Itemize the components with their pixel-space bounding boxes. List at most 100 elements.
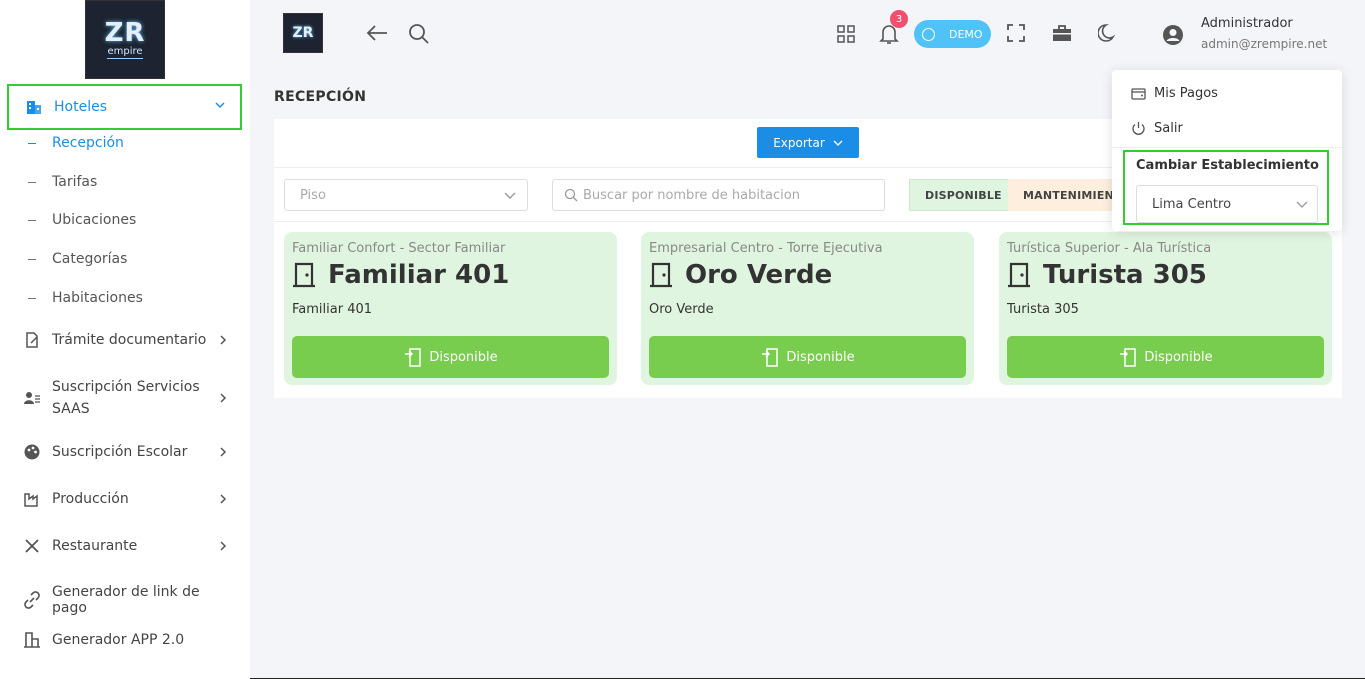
sidebar-subitem-categorias[interactable]: Categorías (28, 251, 127, 267)
topbar-logo-text: ZR (292, 25, 314, 41)
sidebar-item-label: Trámite documentario (52, 332, 207, 348)
chevron-right-icon (220, 447, 227, 457)
room-card[interactable]: Empresarial Centro - Torre Ejecutiva Oro… (641, 232, 974, 385)
chevron-down-icon (833, 140, 843, 146)
floor-select[interactable]: Piso (284, 179, 528, 211)
wallet-icon (1131, 88, 1146, 100)
user-dropdown-menu: Mis Pagos Salir Cambiar Establecimiento … (1112, 70, 1342, 231)
apps-grid-icon[interactable] (837, 25, 855, 43)
chevron-down-icon (215, 102, 225, 109)
fullscreen-icon[interactable] (1007, 24, 1025, 42)
chevron-down-icon (1296, 201, 1308, 208)
room-category: Familiar Confort - Sector Familiar (292, 241, 506, 256)
topbar-logo[interactable]: ZR (283, 13, 323, 53)
sidebar-subitem-label: Tarifas (52, 174, 98, 190)
sidebar-item-label: Restaurante (52, 538, 138, 554)
filter-label: MANTENIMIENTO (1023, 188, 1112, 202)
room-name: Familiar 401 (292, 302, 373, 317)
dash-marker (28, 258, 36, 260)
sidebar-subitem-tarifas[interactable]: Tarifas (28, 174, 97, 190)
establishment-value: Lima Centro (1152, 196, 1232, 212)
sidebar-subitem-label: Ubicaciones (52, 212, 137, 228)
sidebar-item-label: Generador de link de pago (52, 584, 200, 616)
hotel-icon (27, 101, 41, 114)
establishment-heading: Cambiar Establecimiento (1136, 158, 1319, 173)
sidebar-subitem-habitaciones[interactable]: Habitaciones (28, 290, 143, 306)
sidebar-subitem-label: Habitaciones (52, 290, 143, 306)
sidebar-item-hoteles[interactable]: Hoteles (7, 84, 242, 130)
user-name[interactable]: Administrador (1201, 16, 1293, 31)
door-enter-icon (405, 348, 422, 367)
demo-toggle[interactable]: DEMO (914, 20, 991, 48)
search-placeholder: Buscar por nombre de habitacion (583, 187, 800, 203)
room-search-input[interactable]: Buscar por nombre de habitacion (552, 179, 885, 211)
chevron-right-icon (220, 541, 227, 551)
filter-mantenimiento[interactable]: MANTENIMIENTO (1008, 179, 1112, 211)
notification-badge: 3 (890, 10, 908, 28)
sidebar-item-produccion[interactable]: Producción (23, 490, 233, 508)
room-status-button[interactable]: Disponible (292, 336, 609, 378)
room-title: Oro Verde (649, 260, 832, 290)
building-icon (24, 632, 40, 648)
sidebar-item-label: Suscripción Escolar (52, 444, 188, 460)
room-category: Empresarial Centro - Torre Ejecutiva (649, 241, 883, 256)
chevron-down-icon (504, 192, 516, 199)
filter-label: DISPONIBLE (925, 188, 1002, 202)
sidebar-subitem-ubicaciones[interactable]: Ubicaciones (28, 212, 136, 228)
user-avatar-icon[interactable] (1162, 24, 1184, 46)
sidebar-item-restaurante[interactable]: Restaurante (23, 537, 233, 555)
door-enter-icon (1120, 348, 1137, 367)
room-status-label: Disponible (786, 349, 855, 365)
document-edit-icon (26, 332, 38, 348)
room-title-text: Oro Verde (685, 260, 833, 290)
sidebar-item-escolar[interactable]: Suscripción Escolar (23, 443, 233, 461)
sidebar-subitem-recepcion[interactable]: Recepción (28, 135, 124, 151)
room-status-button[interactable]: Disponible (1007, 336, 1324, 378)
chevron-right-icon (220, 335, 227, 345)
room-category: Turística Superior - Ala Turística (1007, 241, 1212, 256)
sidebar-item-generador-app[interactable]: Generador APP 2.0 (23, 631, 233, 649)
sidebar-item-label: Hoteles (54, 99, 107, 115)
arrow-left-icon[interactable] (365, 23, 389, 43)
demo-label: DEMO (949, 27, 983, 41)
room-status-button[interactable]: Disponible (649, 336, 966, 378)
door-icon (650, 262, 672, 288)
sidebar-item-tramite[interactable]: Trámite documentario (23, 331, 233, 349)
floor-placeholder: Piso (300, 187, 326, 203)
chevron-right-icon (220, 494, 227, 504)
room-title-text: Turista 305 (1043, 260, 1207, 290)
divider (1112, 147, 1342, 148)
moon-icon[interactable] (1098, 23, 1118, 43)
dash-marker (28, 142, 36, 144)
palette-icon (24, 444, 40, 460)
room-card[interactable]: Familiar Confort - Sector Familiar Famil… (284, 232, 617, 385)
room-name: Oro Verde (649, 302, 714, 317)
door-enter-icon (762, 348, 779, 367)
sidebar-item-label: Generador APP 2.0 (52, 632, 185, 648)
search-icon (564, 188, 578, 202)
sidebar-item-saas[interactable]: Suscripción Servicios SAAS (23, 376, 233, 420)
room-title: Turista 305 (1007, 260, 1207, 290)
logo-text-secondary: empire (107, 46, 143, 59)
establishment-select[interactable]: Lima Centro (1136, 185, 1318, 223)
briefcase-icon[interactable] (1052, 23, 1072, 43)
establishment-switcher: Cambiar Establecimiento Lima Centro (1123, 150, 1329, 225)
dash-marker (28, 181, 36, 183)
page-title: RECEPCIÓN (274, 89, 367, 105)
search-icon[interactable] (408, 23, 430, 45)
menu-item-label: Salir (1154, 121, 1183, 136)
room-title-text: Familiar 401 (328, 260, 510, 290)
filter-disponible[interactable]: DISPONIBLE (909, 179, 1009, 211)
dash-marker (28, 297, 36, 299)
door-icon (293, 262, 315, 288)
factory-icon (24, 493, 38, 507)
room-card[interactable]: Turística Superior - Ala Turística Turis… (999, 232, 1332, 385)
menu-item-mis-pagos[interactable]: Mis Pagos (1131, 86, 1218, 101)
user-email: admin@zrempire.net (1201, 37, 1328, 51)
sidebar-logo[interactable]: ZR empire (85, 0, 165, 79)
export-button[interactable]: Exportar (757, 127, 859, 158)
menu-item-label: Mis Pagos (1154, 86, 1218, 101)
chevron-right-icon (220, 393, 227, 403)
sidebar-item-link-pago[interactable]: Generador de link de pago (23, 584, 233, 616)
menu-item-salir[interactable]: Salir (1131, 121, 1183, 136)
